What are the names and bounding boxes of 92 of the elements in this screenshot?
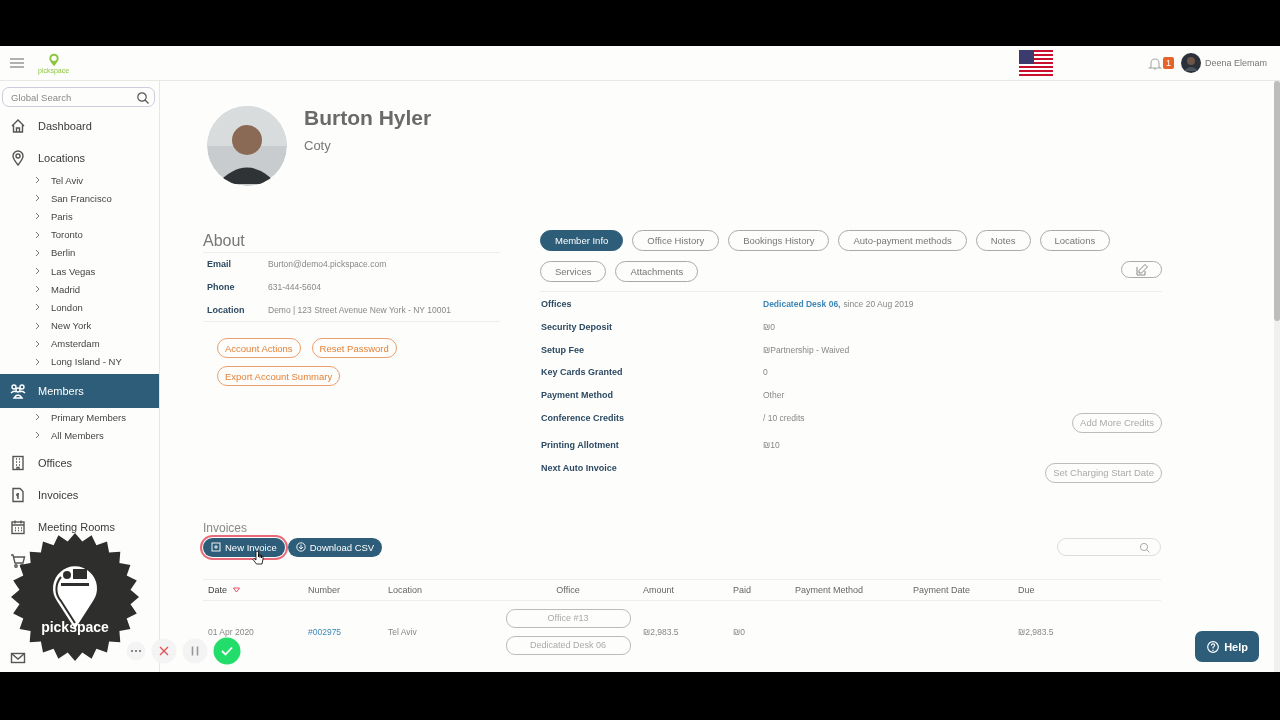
sidebar-subitem[interactable]: Amsterdam	[51, 338, 100, 350]
sidebar-item[interactable]: Invoices	[0, 482, 159, 509]
table-cell: ₪2,983.5	[1018, 626, 1054, 637]
table-cell: ₪0	[733, 626, 745, 637]
column-header[interactable]: Payment Method	[795, 584, 864, 595]
member-company: Coty	[304, 138, 332, 153]
sidebar-subitem[interactable]: All Members	[51, 429, 104, 441]
field-label: Offices	[541, 298, 573, 311]
sidebar-subitem[interactable]: Madrid	[51, 283, 81, 295]
table-cell: ₪2,983.5	[643, 626, 679, 637]
badge-label: pickspace	[41, 619, 109, 636]
member-name: Burton Hyler	[304, 106, 432, 130]
field-label: Payment Method	[541, 389, 614, 403]
checkmark-icon[interactable]	[213, 637, 241, 665]
scrollbar[interactable]	[1274, 81, 1280, 672]
field-label: Phone	[207, 282, 236, 293]
edit-icon	[1135, 263, 1148, 276]
section-title: Invoices	[203, 520, 249, 537]
invoice-icon	[10, 487, 26, 504]
people-icon	[10, 383, 26, 400]
field-value: since 20 Aug 2019	[843, 299, 914, 309]
pause-icon[interactable]	[182, 638, 208, 664]
invoice-toolbar-button[interactable]: New Invoice	[203, 537, 285, 557]
sidebar-subitem[interactable]: London	[51, 301, 83, 313]
close-icon[interactable]	[151, 638, 177, 664]
flag-icon[interactable]	[1018, 50, 1053, 76]
column-header[interactable]: Due	[1018, 584, 1035, 595]
field-label: Email	[207, 259, 232, 270]
sort-icon[interactable]	[233, 586, 240, 593]
sidebar-item[interactable]: Meeting Rooms	[0, 514, 159, 541]
field-value: ₪Partnership - Waived	[763, 344, 850, 355]
field-value: ₪10	[763, 440, 780, 450]
field-label: Location	[207, 304, 246, 315]
sidebar-subitem[interactable]: New York	[51, 320, 92, 332]
field-value: 631-444-5604	[268, 282, 322, 293]
column-header[interactable]: Number	[308, 584, 340, 595]
user-avatar[interactable]	[1180, 53, 1201, 73]
search-icon	[1139, 541, 1150, 553]
field-value: 0	[763, 367, 768, 378]
sidebar-subitem[interactable]: Paris	[51, 210, 73, 222]
search-field[interactable]: Global Search	[2, 87, 155, 107]
office-link[interactable]: Dedicated Desk 06,	[763, 299, 841, 309]
field-value: Burton@demo4.pickspace.com	[268, 259, 388, 270]
help-icon	[1207, 640, 1220, 653]
sidebar-subitem[interactable]: Berlin	[51, 247, 76, 259]
bell-icon[interactable]	[1147, 56, 1162, 70]
section-title: About	[203, 232, 246, 251]
pin-icon	[10, 150, 26, 166]
tab[interactable]: Member Info	[540, 230, 624, 251]
sidebar-subitem[interactable]: Toronto	[51, 229, 83, 241]
invoice-link[interactable]: #002975	[308, 626, 342, 637]
field-value: / 10 credits	[763, 413, 805, 423]
field-label: Printing Allotment	[541, 439, 620, 452]
field-label: Key Cards Granted	[541, 366, 624, 380]
column-header[interactable]: Date	[208, 584, 227, 595]
column-header[interactable]: Paid	[733, 584, 751, 595]
field-label: Next Auto Invoice	[541, 461, 618, 475]
sidebar-item[interactable]: Dashboard	[0, 113, 159, 139]
field-value: Other	[763, 390, 785, 401]
column-header[interactable]: Payment Date	[913, 584, 971, 595]
column-header[interactable]: Location	[388, 584, 423, 595]
sidebar-subitem[interactable]: Long Island - NY	[51, 356, 122, 368]
pointer-cursor-icon	[252, 550, 264, 565]
table-cell: Tel Aviv	[388, 626, 417, 637]
sidebar-subitem[interactable]: Las Vegas	[51, 265, 96, 277]
field-label: Conference Credits	[541, 412, 626, 425]
notification-count: 1	[1162, 57, 1174, 69]
building-icon	[10, 455, 26, 472]
menu-icon[interactable]	[9, 57, 25, 69]
home-icon	[10, 118, 26, 134]
field-value: Demo | 123 Street Avenue New York - NY 10001	[268, 304, 452, 315]
download-icon	[295, 542, 306, 553]
sidebar-item[interactable]: Offices	[0, 450, 159, 477]
search-icon	[136, 91, 149, 104]
field-label: Setup Fee	[541, 343, 585, 357]
user-name[interactable]: Deena Elemam	[1204, 58, 1267, 68]
sidebar-subitem[interactable]: Tel Aviv	[51, 174, 84, 186]
plus-icon	[211, 542, 221, 553]
invoice-toolbar-button[interactable]: Download CSV	[287, 537, 383, 557]
sidebar-subitem[interactable]: Primary Members	[51, 411, 126, 423]
logo-icon	[46, 53, 61, 67]
column-header[interactable]: Office	[556, 584, 580, 595]
column-header[interactable]: Amount	[643, 584, 675, 595]
field-label: Security Deposit	[541, 320, 614, 334]
more-icon[interactable]	[126, 641, 146, 661]
sidebar-item[interactable]: Locations	[0, 145, 159, 171]
table-cell: 01 Apr 2020	[208, 626, 254, 637]
calendar-icon	[10, 519, 26, 536]
sidebar-subitem[interactable]: San Francisco	[51, 192, 112, 204]
field-value: ₪0	[763, 321, 775, 332]
sidebar-item[interactable]: Members	[0, 374, 159, 409]
help-button[interactable]: Help	[1195, 631, 1259, 662]
